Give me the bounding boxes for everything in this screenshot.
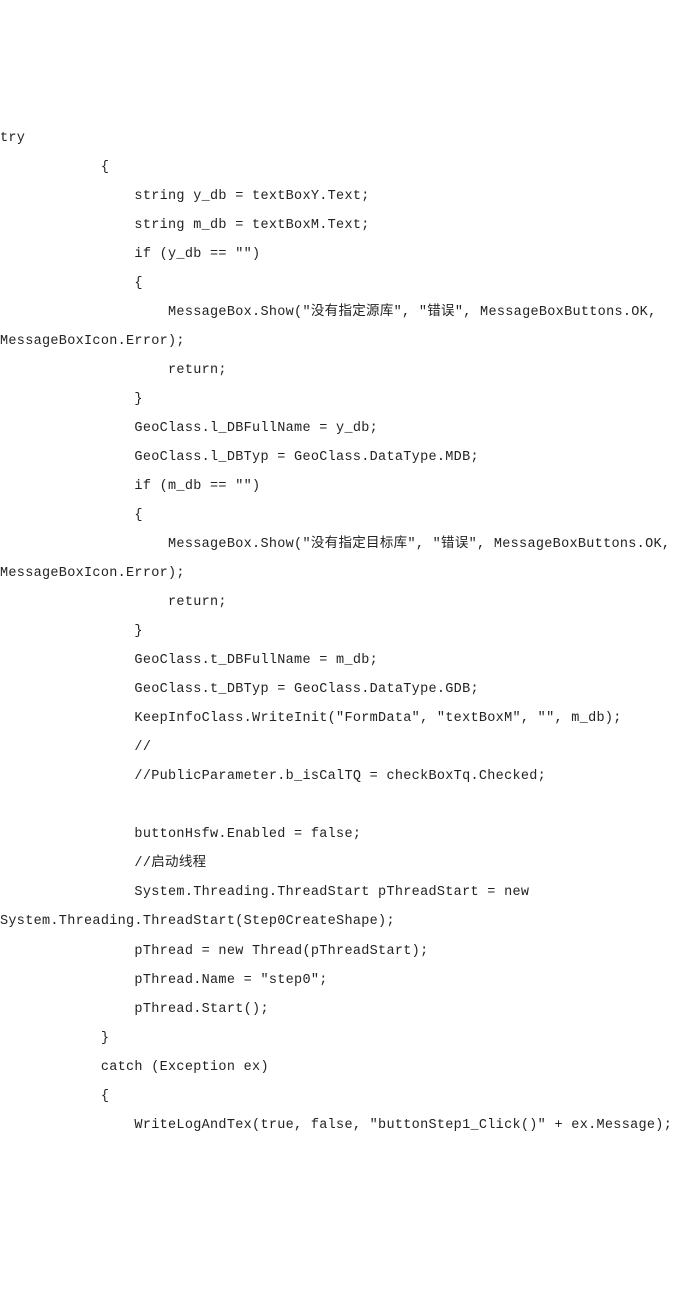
code-line: WriteLogAndTex(true, false, "buttonStep1… — [0, 1111, 689, 1140]
code-line: MessageBox.Show("没有指定目标库", "错误", Message… — [0, 530, 689, 559]
code-line: GeoClass.t_DBFullName = m_db; — [0, 646, 689, 675]
code-line: string m_db = textBoxM.Text; — [0, 211, 689, 240]
code-line: pThread = new Thread(pThreadStart); — [0, 937, 689, 966]
code-line: } — [0, 617, 689, 646]
code-line: MessageBox.Show("没有指定源库", "错误", MessageB… — [0, 298, 689, 327]
code-line: //PublicParameter.b_isCalTQ = checkBoxTq… — [0, 762, 689, 791]
code-line: { — [0, 501, 689, 530]
code-line: GeoClass.l_DBTyp = GeoClass.DataType.MDB… — [0, 443, 689, 472]
code-block: try { string y_db = textBoxY.Text; strin… — [0, 124, 689, 1140]
code-line: string y_db = textBoxY.Text; — [0, 182, 689, 211]
code-line: GeoClass.l_DBFullName = y_db; — [0, 414, 689, 443]
code-line: MessageBoxIcon.Error); — [0, 327, 689, 356]
code-line: catch (Exception ex) — [0, 1053, 689, 1082]
code-line — [0, 791, 689, 820]
code-line: pThread.Start(); — [0, 995, 689, 1024]
code-line: if (y_db == "") — [0, 240, 689, 269]
code-line: if (m_db == "") — [0, 472, 689, 501]
code-line: } — [0, 385, 689, 414]
code-line: { — [0, 269, 689, 298]
code-line: //启动线程 — [0, 849, 689, 878]
code-line: System.Threading.ThreadStart(Step0Create… — [0, 907, 689, 936]
code-line: MessageBoxIcon.Error); — [0, 559, 689, 588]
code-line: pThread.Name = "step0"; — [0, 966, 689, 995]
code-line: buttonHsfw.Enabled = false; — [0, 820, 689, 849]
code-line: return; — [0, 588, 689, 617]
code-line: { — [0, 153, 689, 182]
code-line: return; — [0, 356, 689, 385]
code-line: KeepInfoClass.WriteInit("FormData", "tex… — [0, 704, 689, 733]
code-line: { — [0, 1082, 689, 1111]
code-line: try — [0, 124, 689, 153]
code-line: GeoClass.t_DBTyp = GeoClass.DataType.GDB… — [0, 675, 689, 704]
code-line: } — [0, 1024, 689, 1053]
code-line: System.Threading.ThreadStart pThreadStar… — [0, 878, 689, 907]
code-line: // — [0, 733, 689, 762]
